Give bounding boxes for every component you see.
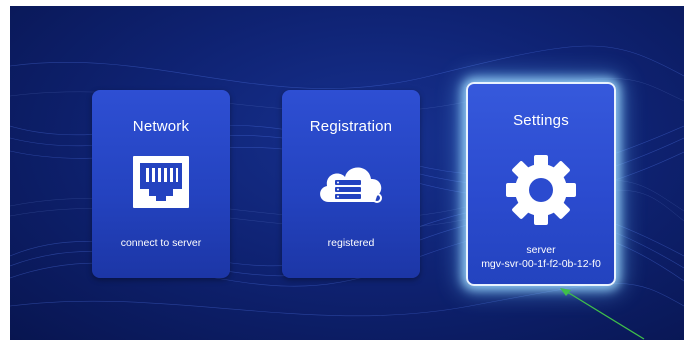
- settings-card[interactable]: Settings server mgv-svr-00-1f-f2-0b-12-f…: [466, 82, 616, 286]
- settings-card-title: Settings: [513, 112, 569, 129]
- network-card-status: connect to server: [120, 237, 202, 249]
- settings-card-server-id: mgv-svr-00-1f-f2-0b-12-f0: [481, 258, 601, 270]
- registration-card[interactable]: Registration registered: [282, 90, 420, 278]
- tv-screen: Network connect to server Registration r…: [10, 6, 684, 340]
- network-card-title: Network: [132, 118, 190, 135]
- registration-card-status: registered: [327, 237, 375, 249]
- network-card[interactable]: Network connect to server: [92, 90, 230, 278]
- ethernet-port-icon: [133, 156, 189, 208]
- cloud-server-key-icon: [315, 160, 389, 208]
- settings-card-server-label: server: [526, 244, 556, 256]
- registration-card-title: Registration: [309, 118, 393, 135]
- green-arrow-pointer: [560, 288, 645, 340]
- gear-icon: [505, 154, 577, 226]
